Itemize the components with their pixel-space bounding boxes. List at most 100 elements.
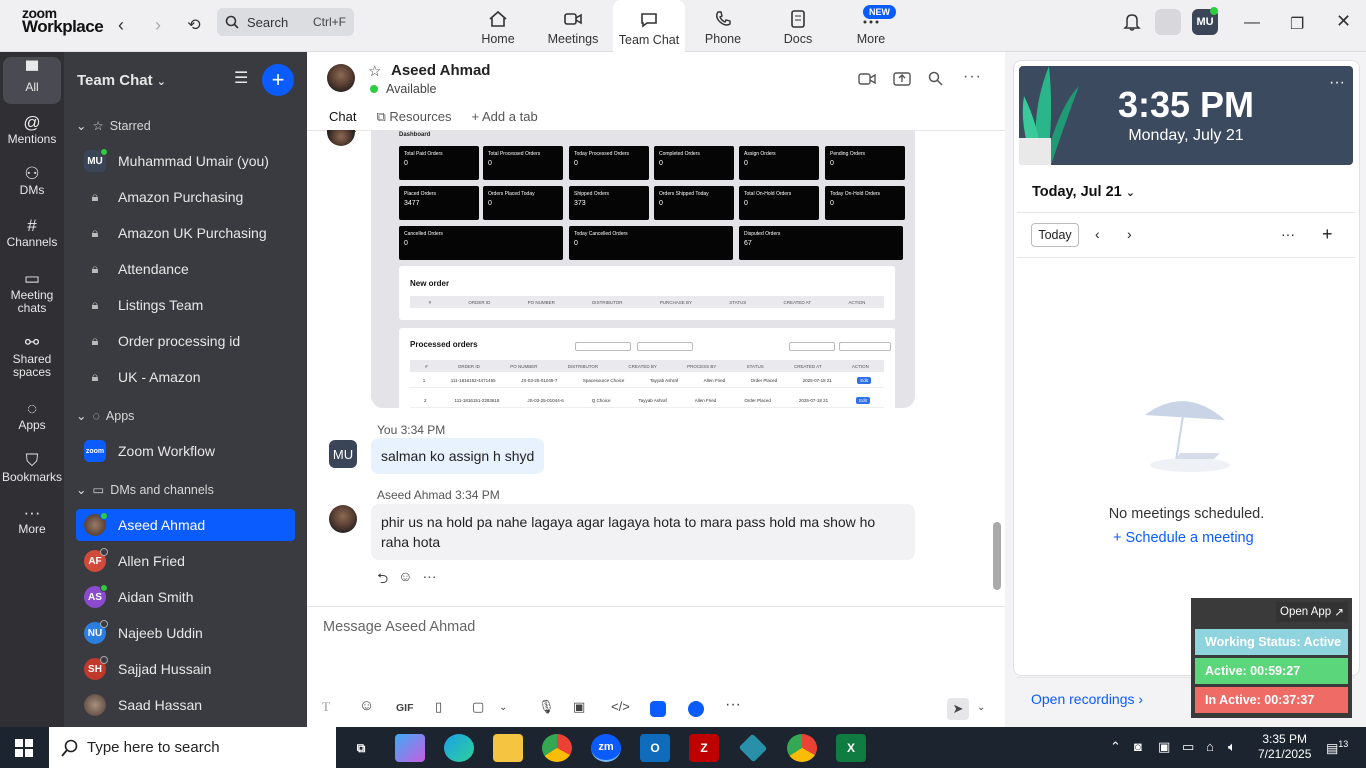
screen-capture-icon[interactable]: ▣	[1158, 739, 1170, 755]
close-icon[interactable]: ✕	[1336, 11, 1351, 32]
share-screen-icon[interactable]	[893, 71, 911, 90]
edit-button[interactable]: Edit	[856, 397, 870, 404]
rail-meeting-chats[interactable]: ▭ Meeting chats	[0, 270, 64, 315]
rail-channels[interactable]: # Channels	[0, 217, 64, 249]
prev-day-icon[interactable]: ‹	[1095, 226, 1100, 242]
chat-item-amazon-purchasing[interactable]: 🔒︎ Amazon Purchasing	[76, 181, 295, 213]
notification-icon[interactable]: ▤13	[1326, 739, 1348, 756]
chat-item-aidan-smith[interactable]: AS Aidan Smith	[76, 581, 295, 613]
forward-icon[interactable]: ›	[145, 12, 171, 38]
tab-resources[interactable]: ⧉ Resources	[376, 109, 451, 132]
outlook-icon[interactable]: O	[640, 734, 670, 762]
tab-add[interactable]: + Add a tab	[472, 109, 538, 132]
chat-item-order-processing[interactable]: 🔒︎ Order processing id	[76, 325, 295, 357]
task-view-icon[interactable]: ⧉	[346, 734, 376, 762]
meet-now-icon[interactable]: ◙	[1134, 739, 1142, 754]
new-chat-button[interactable]: +	[262, 64, 294, 96]
apps-launcher-icon[interactable]	[1155, 9, 1181, 35]
sidebar-title[interactable]: Team Chat ⌄	[77, 72, 166, 89]
message-composer[interactable]: Message Aseed Ahmad T ☺ GIF ▯ ▢ ⌄ 🎙︎ ▣ <…	[307, 606, 1005, 727]
filter-icon[interactable]: ☰	[234, 68, 248, 88]
chat-item-muhammad-umair[interactable]: MU Muhammad Umair (you)	[76, 145, 295, 177]
more-options-icon[interactable]: ···	[1329, 74, 1345, 92]
filezilla-icon[interactable]: Z	[689, 734, 719, 762]
rail-more[interactable]: ··· More	[0, 504, 64, 536]
excel-icon[interactable]: X	[836, 734, 866, 762]
schedule-meeting-link[interactable]: + Schedule a meeting	[1113, 530, 1254, 546]
windows-start-icon[interactable]	[15, 739, 33, 760]
chevron-down-icon[interactable]: ⌄	[499, 702, 507, 713]
chat-item-listings-team[interactable]: 🔒︎ Listings Team	[76, 289, 295, 321]
rail-shared-spaces[interactable]: ⚯ Shared spaces	[0, 334, 64, 379]
edge-icon[interactable]	[444, 734, 474, 762]
edit-button[interactable]: Edit	[857, 377, 872, 384]
reply-icon[interactable]: ⮌	[377, 568, 388, 592]
taskbar-search[interactable]: Type here to search	[49, 727, 336, 768]
chat-item-amazon-uk-purchasing[interactable]: 🔒︎ Amazon UK Purchasing	[76, 217, 295, 249]
rail-apps[interactable]: ◌ Apps	[0, 400, 64, 432]
tab-meetings[interactable]: Meetings	[537, 0, 609, 52]
code-snippet-icon[interactable]: </>	[611, 699, 630, 714]
back-icon[interactable]: ‹	[108, 12, 134, 38]
more-options-icon[interactable]: ···	[963, 68, 982, 86]
chevron-up-icon[interactable]: ⌃	[1110, 739, 1121, 755]
rail-bookmarks[interactable]: ⛉ Bookmarks	[0, 452, 64, 484]
gif-button[interactable]: GIF	[396, 702, 414, 714]
open-app-button[interactable]: Open App ↗	[1276, 602, 1348, 622]
video-call-icon[interactable]	[858, 72, 876, 89]
scrollbar[interactable]	[993, 522, 1001, 590]
chat-item-zoom-workflow[interactable]: zoom Zoom Workflow	[76, 435, 295, 467]
more-options-icon[interactable]: ···	[423, 568, 437, 592]
more-options-icon[interactable]: ···	[725, 696, 741, 714]
today-button[interactable]: Today	[1031, 223, 1079, 247]
chat-item-najeeb-uddin[interactable]: NU Najeeb Uddin	[76, 617, 295, 649]
tab-docs[interactable]: Docs	[762, 0, 834, 52]
zoom-taskbar-icon[interactable]: zm	[591, 734, 621, 762]
tab-phone[interactable]: Phone	[687, 0, 759, 52]
app-shortcut-icon[interactable]	[650, 701, 666, 717]
more-options-icon[interactable]: ···	[1281, 226, 1295, 242]
tab-team-chat[interactable]: Team Chat	[613, 0, 685, 53]
network-icon[interactable]: ⌂	[1206, 739, 1214, 754]
screenshot-icon[interactable]: ▢	[472, 699, 484, 715]
file-explorer-icon[interactable]	[493, 734, 523, 762]
chevron-down-icon[interactable]: ⌄	[977, 702, 985, 713]
section-apps[interactable]: ⌄ ◌ Apps	[76, 408, 134, 424]
message-input[interactable]: Message Aseed Ahmad	[323, 619, 475, 635]
add-event-icon[interactable]: +	[1322, 224, 1333, 245]
tab-home[interactable]: Home	[462, 0, 534, 52]
search-icon[interactable]	[928, 71, 943, 89]
chat-item-aseed-ahmad[interactable]: Aseed Ahmad	[76, 509, 295, 541]
chrome-profile-icon[interactable]	[787, 734, 817, 762]
rail-mentions[interactable]: @ Mentions	[0, 114, 64, 146]
minimize-icon[interactable]: —	[1244, 14, 1260, 32]
maximize-icon[interactable]: ❐	[1290, 14, 1304, 34]
video-message-icon[interactable]: ▣	[573, 699, 585, 715]
star-icon[interactable]: ☆	[368, 62, 381, 80]
contact-avatar[interactable]	[327, 64, 355, 92]
rail-dms[interactable]: ⚇ DMs	[0, 165, 64, 197]
rail-all[interactable]: ▀ All	[3, 57, 61, 104]
app-diamond-icon[interactable]	[738, 733, 768, 763]
send-icon[interactable]: ➤	[947, 698, 969, 720]
copilot-icon[interactable]	[395, 734, 425, 762]
battery-icon[interactable]: ▭	[1182, 739, 1194, 755]
chat-item-uk-amazon[interactable]: 🔒︎ UK - Amazon	[76, 361, 295, 393]
taskbar-clock[interactable]: 3:35 PM 7/21/2025	[1258, 732, 1311, 762]
open-recordings-link[interactable]: Open recordings ›	[1031, 691, 1143, 707]
chat-item-attendance[interactable]: 🔒︎ Attendance	[76, 253, 295, 285]
chat-title[interactable]: Aseed Ahmad	[391, 62, 490, 79]
chat-item-allen-fried[interactable]: AF Allen Fried	[76, 545, 295, 577]
clip-icon[interactable]	[688, 701, 704, 717]
section-starred[interactable]: ⌄ ☆ Starred	[76, 118, 151, 134]
chat-item-sajjad-hussain[interactable]: SH Sajjad Hussain	[76, 653, 295, 685]
bell-icon[interactable]	[1123, 12, 1141, 37]
next-day-icon[interactable]: ›	[1127, 226, 1132, 242]
message-bubble[interactable]: phir us na hold pa nahe lagaya agar laga…	[371, 504, 915, 560]
date-picker[interactable]: Today, Jul 21 ⌄	[1032, 184, 1135, 200]
chrome-icon[interactable]	[542, 734, 572, 762]
emoji-icon[interactable]: ☺	[359, 697, 374, 714]
chat-item-saad-hassan[interactable]: Saad Hassan	[76, 689, 295, 721]
file-icon[interactable]: ▯	[435, 699, 442, 715]
section-dms[interactable]: ⌄ ▭ DMs and channels	[76, 482, 214, 498]
